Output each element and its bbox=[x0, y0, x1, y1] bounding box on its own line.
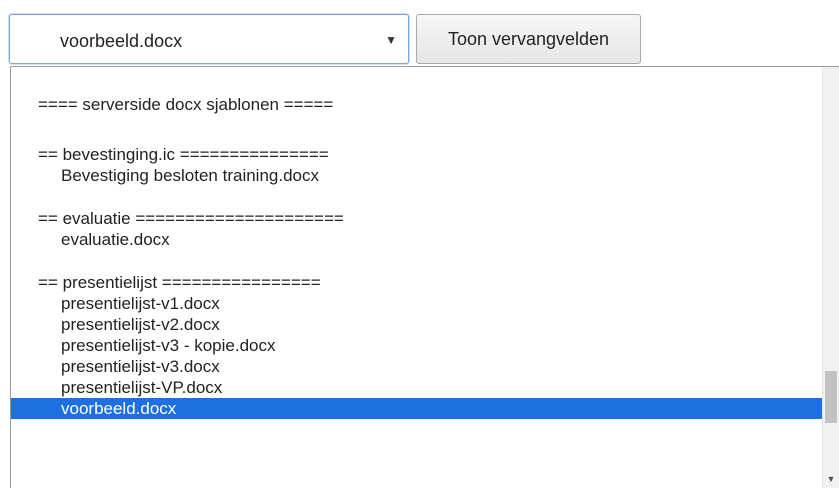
option-item-selected[interactable]: voorbeeld.docx bbox=[11, 398, 822, 419]
option-group-header: ==== serverside docx sjablonen ===== bbox=[38, 95, 334, 114]
option-group-presentielijst: == presentielijst ================ bbox=[38, 273, 321, 292]
dropdown-scrollbar[interactable]: ▼ bbox=[822, 67, 839, 488]
scroll-down-arrow-icon[interactable]: ▼ bbox=[823, 474, 839, 484]
option-list: ==== serverside docx sjablonen ===== == … bbox=[11, 67, 822, 419]
option-item[interactable]: presentielijst-VP.docx bbox=[11, 377, 822, 398]
option-item[interactable]: Bevestiging besloten training.docx bbox=[11, 165, 822, 186]
show-replace-fields-button[interactable]: Toon vervangvelden bbox=[416, 14, 641, 64]
option-item[interactable]: presentielijst-v3 - kopie.docx bbox=[11, 335, 822, 356]
option-group-bevestiging: == bevestinging.ic =============== bbox=[38, 145, 329, 164]
scrollbar-thumb[interactable] bbox=[825, 371, 837, 423]
template-select[interactable]: voorbeeld.docx ▼ bbox=[9, 14, 409, 64]
option-group-evaluatie: == evaluatie ===================== bbox=[38, 209, 344, 228]
template-select-value: voorbeeld.docx bbox=[60, 31, 183, 51]
option-item[interactable]: presentielijst-v3.docx bbox=[11, 356, 822, 377]
option-item[interactable]: presentielijst-v1.docx bbox=[11, 293, 822, 314]
option-item[interactable]: evaluatie.docx bbox=[11, 229, 822, 250]
template-dropdown-list[interactable]: ==== serverside docx sjablonen ===== == … bbox=[10, 66, 839, 488]
chevron-down-icon: ▼ bbox=[385, 33, 397, 47]
option-item[interactable]: presentielijst-v2.docx bbox=[11, 314, 822, 335]
